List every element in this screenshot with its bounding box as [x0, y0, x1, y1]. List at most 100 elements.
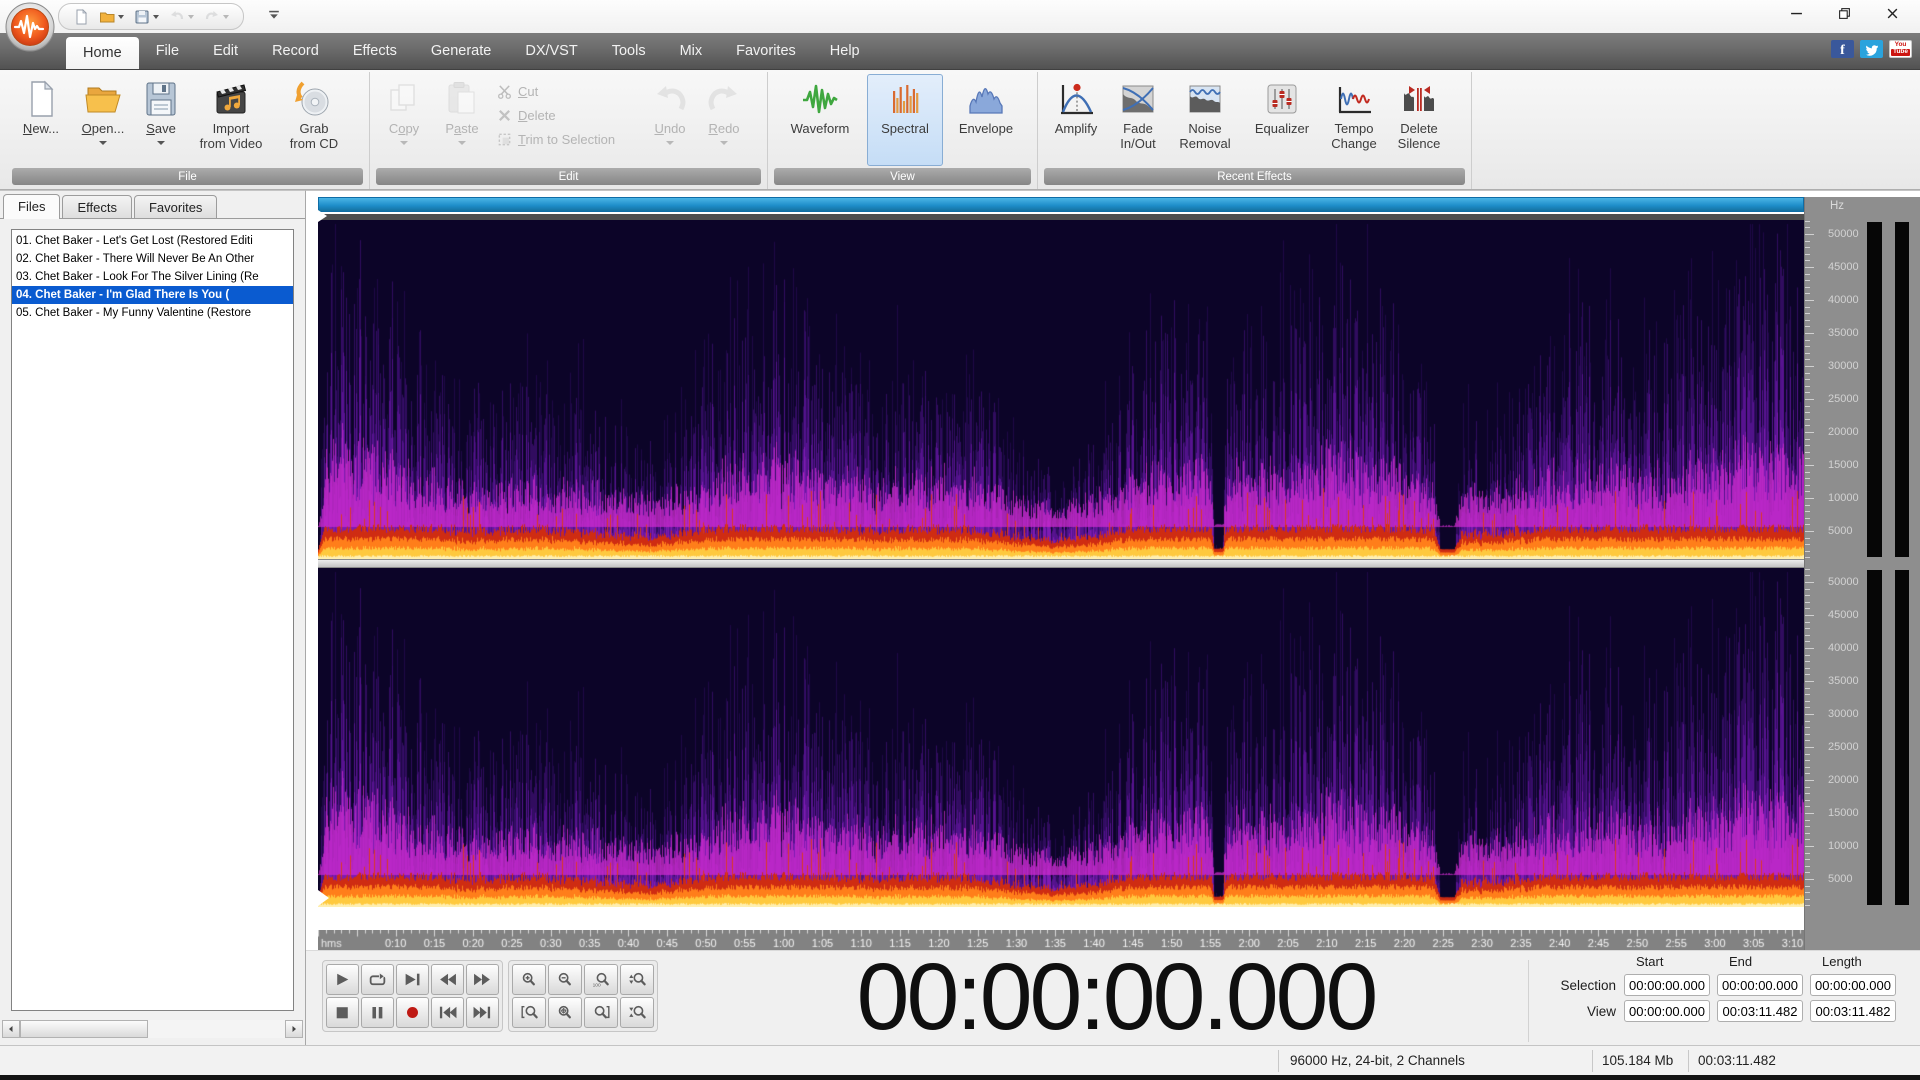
ribbon-group-view: Waveform Spectral Envelope View [768, 72, 1038, 189]
new-quick-button[interactable] [73, 8, 89, 25]
scale-tick [1805, 879, 1814, 880]
zoom-vertical-out-icon [628, 1005, 647, 1020]
go-to-start-button[interactable] [431, 997, 464, 1028]
play-to-end-button[interactable] [396, 964, 429, 995]
tab-record[interactable]: Record [255, 33, 336, 69]
tab-generate[interactable]: Generate [414, 33, 508, 69]
view-end-field[interactable]: 00:03:11.482 [1717, 1000, 1803, 1022]
zoom-out-button[interactable] [548, 964, 582, 995]
playhead-marker-bottom-icon[interactable] [318, 890, 329, 906]
scale-tick [1805, 615, 1814, 616]
scrollbar-track[interactable] [148, 1020, 285, 1038]
zoom-vertical-in-button[interactable] [620, 964, 654, 995]
cut-button[interactable]: Cut [497, 84, 637, 99]
fast-forward-button[interactable] [466, 964, 499, 995]
zoom-vertical-out-button[interactable] [620, 997, 654, 1028]
zoom-selection-start-button[interactable] [512, 997, 546, 1028]
loop-button[interactable] [361, 964, 394, 995]
file-item[interactable]: 02. Chet Baker - There Will Never Be An … [12, 250, 293, 268]
panel-tab-files[interactable]: Files [3, 194, 61, 219]
tab-favorites[interactable]: Favorites [719, 33, 813, 69]
tab-dx-vst[interactable]: DX/VST [508, 33, 594, 69]
play-button[interactable] [326, 964, 359, 995]
scrollbar-thumb[interactable] [20, 1020, 148, 1038]
spectrogram-channel-1[interactable] [318, 220, 1804, 559]
redo-quick-button[interactable] [204, 9, 229, 25]
tab-tools[interactable]: Tools [595, 33, 663, 69]
youtube-icon[interactable]: You Tube [1889, 40, 1912, 58]
selection-start-field[interactable]: 00:00:00.000 [1624, 974, 1710, 996]
redo-button[interactable]: Redo [697, 74, 751, 166]
go-to-end-icon [473, 1005, 492, 1020]
horizontal-seek-bar[interactable] [318, 197, 1804, 212]
spectral-button[interactable]: Spectral [867, 74, 943, 166]
file-list[interactable]: 01. Chet Baker - Let's Get Lost (Restore… [11, 229, 294, 1011]
minimize-button[interactable] [1772, 0, 1820, 32]
record-button[interactable] [396, 997, 429, 1028]
scale-tick [1805, 399, 1814, 400]
delete-button[interactable]: Delete [497, 108, 637, 123]
tab-effects[interactable]: Effects [336, 33, 414, 69]
close-button[interactable] [1868, 0, 1916, 32]
ribbon: New... Open... Save Import from Video Grab fro… [0, 70, 1920, 190]
go-to-end-button[interactable] [466, 997, 499, 1028]
import-from-video-button[interactable]: Import from Video [187, 74, 275, 166]
undo-quick-button[interactable] [169, 9, 194, 25]
facebook-icon[interactable]: f [1831, 40, 1854, 58]
twitter-icon[interactable] [1860, 40, 1883, 58]
fade-in-out-button[interactable]: Fade In/Out [1109, 74, 1167, 166]
save-button[interactable]: Save [135, 74, 187, 166]
envelope-button[interactable]: Envelope [943, 74, 1029, 166]
spectrogram-channel-2[interactable] [318, 568, 1804, 907]
level-meter-right [1895, 570, 1909, 905]
view-start-field[interactable]: 00:00:00.000 [1624, 1000, 1710, 1022]
rewind-button[interactable] [431, 964, 464, 995]
file-item[interactable]: 01. Chet Baker - Let's Get Lost (Restore… [12, 232, 293, 250]
view-length-field[interactable]: 00:03:11.482 [1810, 1000, 1896, 1022]
amplify-button[interactable]: Amplify [1043, 74, 1109, 166]
selection-end-field[interactable]: 00:00:00.000 [1717, 974, 1803, 996]
restore-button[interactable] [1820, 0, 1868, 32]
zoom-selection-end-button[interactable] [584, 997, 618, 1028]
scale-tick [1805, 372, 1810, 374]
zoom-selection-button[interactable] [548, 997, 582, 1028]
frequency-label: 50000 [1828, 228, 1859, 240]
undo-button[interactable]: Undo [643, 74, 697, 166]
paste-button[interactable]: Paste [433, 74, 491, 166]
file-item[interactable]: 03. Chet Baker - Look For The Silver Lin… [12, 268, 293, 286]
copy-button[interactable]: Copy [375, 74, 433, 166]
app-logo-icon[interactable] [5, 2, 55, 52]
tempo-change-button[interactable]: Tempo Change [1321, 74, 1387, 166]
tab-file[interactable]: File [139, 33, 196, 69]
tab-edit[interactable]: Edit [196, 33, 255, 69]
trim-to-selection-button[interactable]: Trim to Selection [497, 132, 637, 147]
tab-mix[interactable]: Mix [663, 33, 720, 69]
zoom-100-button[interactable]: 100 [584, 964, 618, 995]
stop-button[interactable] [326, 997, 359, 1028]
pause-button[interactable] [361, 997, 394, 1028]
waveform-button[interactable]: Waveform [773, 74, 867, 166]
open-button[interactable]: Open... [71, 74, 135, 166]
delete-silence-button[interactable]: Delete Silence [1387, 74, 1451, 166]
file-item[interactable]: 04. Chet Baker - I'm Glad There Is You ( [12, 286, 293, 304]
noise-removal-button[interactable]: Noise Removal [1167, 74, 1243, 166]
tab-home[interactable]: Home [66, 37, 139, 69]
tab-help[interactable]: Help [813, 33, 877, 69]
file-item[interactable]: 05. Chet Baker - My Funny Valentine (Res… [12, 304, 293, 322]
scroll-left-button[interactable] [2, 1020, 20, 1038]
selection-length-field[interactable]: 00:00:00.000 [1810, 974, 1896, 996]
equalizer-button[interactable]: Equalizer [1243, 74, 1321, 166]
panel-tab-favorites[interactable]: Favorites [133, 195, 218, 218]
zoom-in-button[interactable] [512, 964, 546, 995]
open-quick-button[interactable] [99, 9, 124, 25]
zoom-selection-end-icon [592, 1005, 611, 1020]
playhead-marker-top-icon[interactable] [318, 210, 327, 222]
save-quick-button[interactable] [134, 9, 159, 25]
scroll-right-button[interactable] [285, 1020, 303, 1038]
new-button[interactable]: New... [11, 74, 71, 166]
scale-tick [1805, 898, 1810, 900]
file-list-horizontal-scrollbar[interactable] [2, 1020, 303, 1038]
panel-tab-effects[interactable]: Effects [62, 195, 132, 218]
customize-quick-access-icon[interactable] [268, 8, 282, 22]
grab-from-cd-button[interactable]: Grab from CD [275, 74, 353, 166]
